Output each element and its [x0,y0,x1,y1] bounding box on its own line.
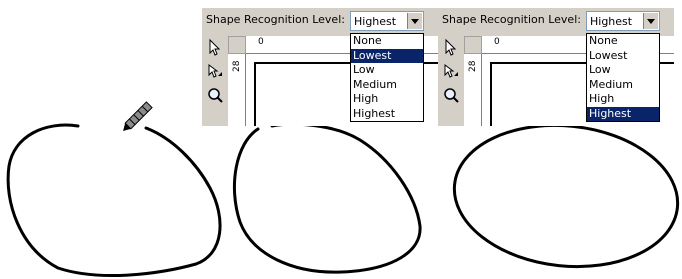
recognized-ellipse [452,123,680,269]
vertical-ruler[interactable]: 28 [464,54,482,126]
select-current-value: Highest [354,15,397,28]
option-low[interactable]: Low [351,63,423,78]
vertical-ruler[interactable]: 28 [228,54,246,126]
page-border-left [254,62,256,126]
shape-recognition-select[interactable]: Highest [586,11,660,31]
shape-recognition-select[interactable]: Highest [350,11,424,31]
panel-highest: Shape Recognition Level: Highest 0 28 No… [438,8,674,126]
ruler-number-top: 0 [494,37,500,47]
option-lowest[interactable]: Lowest [351,48,423,63]
shape-recognition-label: Shape Recognition Level: [206,13,345,26]
select-current-value: Highest [590,15,633,28]
option-none[interactable]: None [351,34,423,49]
shape-recognition-bar: Shape Recognition Level: Highest [202,8,438,34]
option-high[interactable]: High [587,92,659,107]
option-medium[interactable]: Medium [587,78,659,93]
option-high[interactable]: High [351,92,423,107]
ruler-number-left: 28 [468,60,478,72]
option-highest[interactable]: Highest [351,107,423,122]
shape-recognition-dropdown: None Lowest Low Medium High Highest [586,33,660,122]
ruler-number-top: 0 [258,37,264,47]
shape-tool-icon[interactable] [442,62,460,80]
ruler-corner-icon[interactable] [228,36,246,54]
option-lowest[interactable]: Lowest [587,49,659,64]
zoom-tool-icon[interactable] [206,86,224,104]
option-low[interactable]: Low [587,63,659,78]
zoom-tool-icon[interactable] [442,86,460,104]
ruler-number-left: 28 [232,60,242,72]
option-none[interactable]: None [587,34,659,49]
freehand-sketch-1 [6,123,222,277]
shape-recognition-dropdown: None Lowest Low Medium High Highest [350,33,424,122]
pick-tool-icon[interactable] [206,38,224,56]
chevron-down-icon[interactable] [643,13,658,29]
panel-lowest: Shape Recognition Level: Highest 0 28 No… [202,8,438,126]
shape-tool-icon[interactable] [206,62,224,80]
option-highest[interactable]: Highest [587,106,659,121]
shape-recognition-label: Shape Recognition Level: [442,13,581,26]
freehand-sketch-2 [233,122,422,274]
pick-tool-icon[interactable] [442,38,460,56]
chevron-down-icon[interactable] [407,13,422,29]
option-medium[interactable]: Medium [351,78,423,93]
page-border-left [490,62,492,126]
shape-recognition-bar: Shape Recognition Level: Highest [438,8,674,34]
ruler-corner-icon[interactable] [464,36,482,54]
